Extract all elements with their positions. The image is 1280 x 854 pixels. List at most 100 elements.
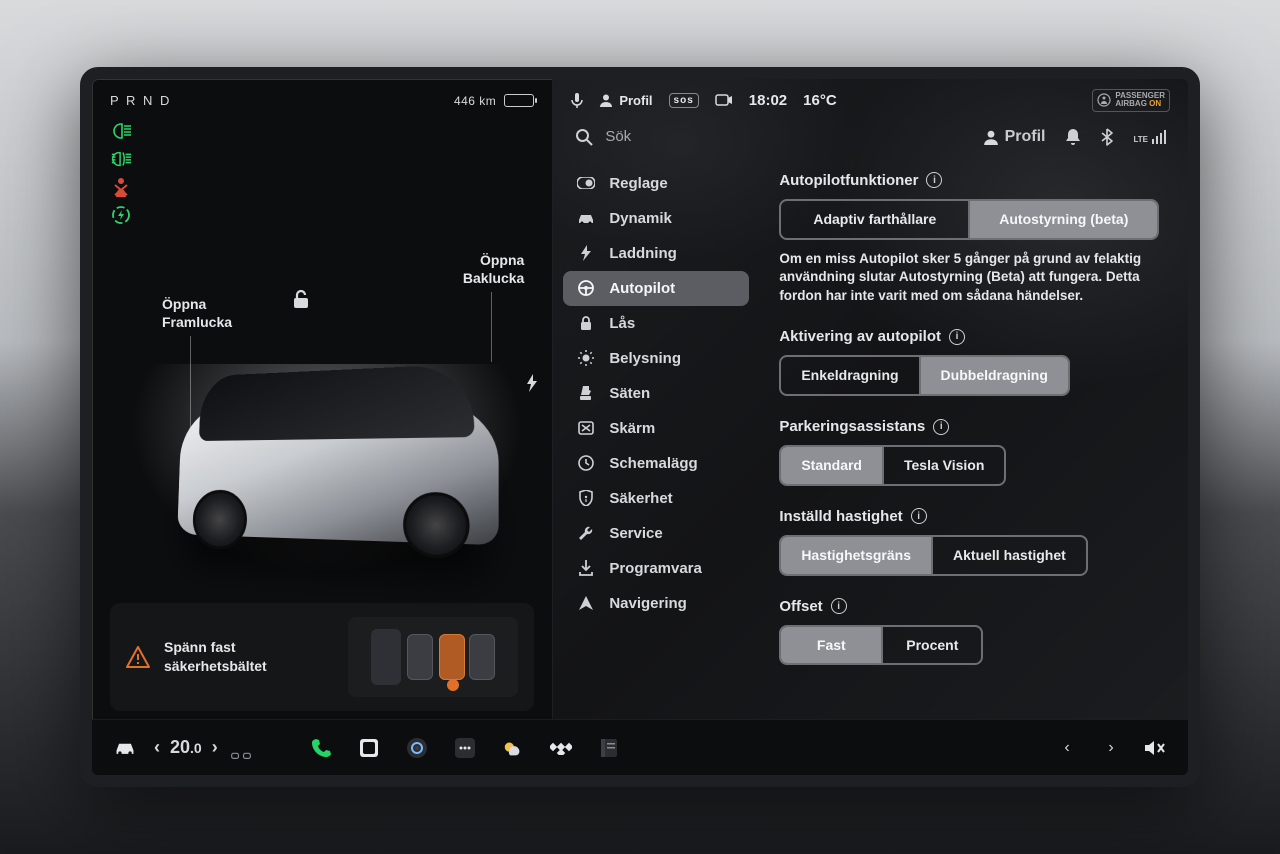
lock-toggle[interactable] <box>290 288 312 310</box>
nav-software[interactable]: Programvara <box>563 551 749 586</box>
alert-text: Spänn fast säkerhetsbältet <box>164 638 267 676</box>
media-prev-icon[interactable]: ‹ <box>1056 737 1078 759</box>
opt-offset-percent[interactable]: Procent <box>881 627 981 664</box>
nav-autopilot[interactable]: Autopilot <box>563 271 749 306</box>
seat-icon <box>577 385 595 401</box>
car-app-icon[interactable] <box>114 737 136 759</box>
bolt-icon <box>577 245 595 261</box>
bluetooth-icon[interactable] <box>1101 128 1113 146</box>
apps-icon[interactable] <box>358 737 380 759</box>
display-icon <box>577 421 595 435</box>
nav-service[interactable]: Service <box>563 516 749 551</box>
opt-single-pull[interactable]: Enkeldragning <box>781 357 918 394</box>
car-icon <box>577 212 595 224</box>
status-bar-left: P R N D 446 km <box>110 93 534 108</box>
media-next-icon[interactable]: › <box>1100 737 1122 759</box>
nav-dynamics[interactable]: Dynamik <box>563 201 749 236</box>
wrench-icon <box>577 525 595 541</box>
warning-triangle-icon <box>126 646 150 668</box>
toggle-icon <box>577 177 595 189</box>
temp-up-chevron[interactable]: › <box>212 737 218 758</box>
search-input[interactable]: Sök <box>575 128 970 146</box>
shield-icon <box>577 490 595 506</box>
passenger-airbag-badge: PASSENGER AIRBAG ON <box>1092 89 1170 112</box>
opt-offset-fixed[interactable]: Fast <box>781 627 881 664</box>
nav-navigation[interactable]: Navigering <box>563 586 749 621</box>
battery-icon <box>504 94 534 107</box>
nav-safety[interactable]: Säkerhet <box>563 481 749 516</box>
outside-temp: 16°C <box>803 92 837 109</box>
activation-segment: Enkeldragning Dubbeldragning <box>779 355 1070 396</box>
nav-locks[interactable]: Lås <box>563 306 749 341</box>
opt-current-speed[interactable]: Aktuell hastighet <box>931 537 1086 574</box>
opt-park-standard[interactable]: Standard <box>781 447 882 484</box>
seat-heater-icon[interactable] <box>230 744 252 766</box>
nav-schedule[interactable]: Schemalägg <box>563 446 749 481</box>
telltale-column <box>110 122 534 224</box>
tidal-app-icon[interactable] <box>550 737 572 759</box>
seat-occupancy-diagram <box>348 617 518 697</box>
climate-control[interactable]: ‹ 20.0 › <box>154 737 218 758</box>
charge-port-bolt-icon <box>526 374 538 392</box>
open-trunk-button[interactable]: Öppna Baklucka <box>463 252 524 287</box>
profile-menu[interactable]: Profil <box>983 128 1046 146</box>
gear-indicator: P R N D <box>110 93 171 108</box>
profile-chip[interactable]: Profil <box>599 93 652 108</box>
offset-title: Offset <box>779 598 822 615</box>
nav-arrow-icon <box>577 596 595 610</box>
open-frunk-button[interactable]: Öppna Framlucka <box>162 296 232 331</box>
headlight-icon <box>110 122 132 140</box>
bottom-dock: ‹ 20.0 › <box>92 719 1188 775</box>
phone-app-icon[interactable] <box>310 737 332 759</box>
seatbelt-warning-icon <box>110 178 132 196</box>
weather-app-icon[interactable] <box>502 737 524 759</box>
nav-controls[interactable]: Reglage <box>563 166 749 201</box>
autopilot-functions-title: Autopilotfunktioner <box>779 172 918 189</box>
opt-double-pull[interactable]: Dubbeldragning <box>919 357 1068 394</box>
content-area: P R N D 446 km <box>92 79 1188 719</box>
nav-lights[interactable]: Belysning <box>563 341 749 376</box>
offset-segment: Fast Procent <box>779 625 983 666</box>
set-speed-title: Inställd hastighet <box>779 508 902 525</box>
temp-down-chevron[interactable]: ‹ <box>154 737 160 758</box>
nav-charging[interactable]: Laddning <box>563 236 749 271</box>
nav-seats[interactable]: Säten <box>563 376 749 411</box>
volume-mute-icon[interactable] <box>1144 737 1166 759</box>
manual-app-icon[interactable] <box>598 737 620 759</box>
opt-park-teslavision[interactable]: Tesla Vision <box>882 447 1004 484</box>
info-icon[interactable]: i <box>926 172 942 188</box>
clock-icon <box>577 455 595 471</box>
info-icon[interactable]: i <box>831 598 847 614</box>
opt-speed-limit[interactable]: Hastighetsgräns <box>781 537 931 574</box>
sos-button[interactable]: sos <box>669 93 699 108</box>
autopilot-activation-title: Aktivering av autopilot <box>779 328 941 345</box>
autopilot-functions-helper: Om en miss Autopilot sker 5 gånger på gr… <box>779 250 1158 307</box>
settings-nav: Reglage Dynamik Laddning Autopilot Lås B… <box>553 162 753 719</box>
nav-display[interactable]: Skärm <box>563 411 749 446</box>
range-value: 446 km <box>454 94 496 108</box>
opt-adaptive-cruise[interactable]: Adaptiv farthållare <box>781 201 968 238</box>
infotainment-screen: P R N D 446 km <box>80 67 1200 787</box>
settings-pane: Profil sos 18:02 16°C PASSENGER AIRBAG O… <box>552 79 1188 719</box>
info-icon[interactable]: i <box>933 419 949 435</box>
car-visualization: Öppna Framlucka Öppna Baklucka <box>110 224 534 603</box>
lock-icon <box>577 315 595 331</box>
brightness-icon <box>577 350 595 366</box>
seatbelt-alert-card: Spänn fast säkerhetsbältet <box>110 603 534 711</box>
fog-light-icon <box>110 150 132 168</box>
opt-autosteer-beta[interactable]: Autostyrning (beta) <box>968 201 1157 238</box>
driver-seat-unbuckled <box>439 634 465 680</box>
dashcam-icon[interactable] <box>715 93 733 107</box>
clock: 18:02 <box>749 92 787 109</box>
camera-app-icon[interactable] <box>406 737 428 759</box>
set-speed-segment: Hastighetsgräns Aktuell hastighet <box>779 535 1088 576</box>
search-icon <box>575 128 593 146</box>
info-icon[interactable]: i <box>949 329 965 345</box>
mic-icon[interactable] <box>571 92 583 108</box>
charge-ready-icon <box>110 206 132 224</box>
notifications-icon[interactable] <box>1065 128 1081 146</box>
steering-icon <box>577 280 595 296</box>
info-icon[interactable]: i <box>911 508 927 524</box>
more-apps-icon[interactable] <box>454 737 476 759</box>
cell-signal-icon[interactable]: LTE <box>1133 130 1166 144</box>
